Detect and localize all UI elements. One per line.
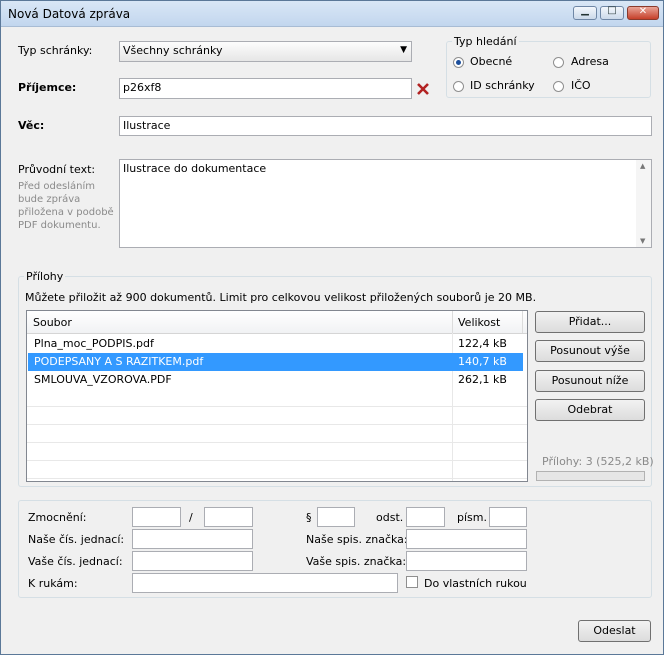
prijemce-input[interactable]: p26xf8: [119, 78, 412, 99]
k-rukam-input[interactable]: [132, 573, 398, 593]
radio-id-schranky[interactable]: [453, 81, 464, 92]
move-up-button[interactable]: Posunout výše: [535, 340, 645, 362]
slash-label: /: [189, 511, 193, 524]
move-down-button[interactable]: Posunout níže: [535, 370, 645, 392]
radio-obecne-label: Obecné: [470, 55, 513, 68]
radio-adresa[interactable]: [553, 57, 564, 68]
file-size-cell: 262,1 kB: [458, 373, 507, 386]
radio-obecne[interactable]: [453, 57, 464, 68]
vec-input[interactable]: Ilustrace: [119, 116, 652, 136]
vase-sz-input[interactable]: [406, 551, 527, 571]
nase-sz-input[interactable]: [406, 529, 527, 549]
typ-schranky-value: Všechny schránky: [123, 44, 223, 57]
add-button[interactable]: Přidat...: [535, 311, 645, 333]
column-soubor[interactable]: Soubor: [33, 316, 72, 329]
zmocneni-label: Zmocnění:: [28, 511, 87, 524]
column-velikost[interactable]: Velikost: [458, 316, 500, 329]
radio-ico-label: IČO: [571, 79, 591, 92]
nase-cj-label: Naše čís. jednací:: [28, 533, 125, 546]
vase-cj-label: Vaše čís. jednací:: [28, 555, 123, 568]
table-row[interactable]: SMLOUVA_VZOROVA.PDF 262,1 kB: [28, 371, 523, 389]
row-gridline: [27, 406, 527, 407]
file-size-cell: 122,4 kB: [458, 337, 507, 350]
column-divider: [452, 311, 453, 333]
do-vlastnich-rukou-label: Do vlastních rukou: [424, 577, 527, 590]
close-icon: ✕: [638, 6, 648, 17]
hint-line: PDF dokumentu.: [18, 220, 101, 231]
file-name-cell: SMLOUVA_VZOROVA.PDF: [34, 373, 172, 386]
window-title: Nová Datová zpráva: [8, 7, 131, 21]
zmocneni-input-1[interactable]: [132, 507, 181, 527]
pism-label: písm.: [457, 511, 487, 524]
nase-sz-label: Naše spis. značka:: [306, 533, 408, 546]
vase-cj-input[interactable]: [132, 551, 253, 571]
prilohy-summary: Přílohy: 3 (525,2 kB): [542, 455, 654, 468]
k-rukam-label: K rukám:: [28, 577, 78, 590]
pruvodni-textarea[interactable]: Ilustrace do dokumentace ▲ ▼: [119, 159, 652, 248]
zmocneni-input-2[interactable]: [204, 507, 253, 527]
paragraf-input[interactable]: [317, 507, 355, 527]
prilohy-group: Přílohy Můžete přiložit až 900 dokumentů…: [18, 270, 654, 487]
vase-sz-label: Vaše spis. značka:: [306, 555, 407, 568]
hint-line: Před odesláním: [18, 181, 96, 192]
file-size-cell: 140,7 kB: [458, 355, 507, 368]
typ-hledani-title: Typ hledání: [452, 35, 519, 48]
vec-label: Věc:: [18, 119, 45, 132]
dialog-window: Nová Datová zpráva ▁ □ ✕ Typ schránky: V…: [0, 0, 664, 655]
do-vlastnich-rukou-checkbox[interactable]: [406, 576, 418, 588]
row-gridline: [27, 460, 527, 461]
pruvodni-hint: Před odesláním bude zpráva přiložena v p…: [18, 180, 114, 232]
pruvodni-text-label: Průvodní text:: [18, 163, 96, 176]
attachments-list[interactable]: Soubor Velikost Plna_moc_PODPIS.pdf 122,4…: [26, 310, 528, 482]
paragraf-label: §: [306, 511, 312, 524]
row-gridline: [27, 442, 527, 443]
maximize-icon: □: [607, 5, 617, 16]
odst-label: odst.: [376, 511, 404, 524]
scroll-up-icon[interactable]: ▲: [640, 162, 645, 170]
prilohy-title: Přílohy: [24, 270, 66, 283]
row-gridline: [27, 478, 527, 479]
radio-adresa-label: Adresa: [571, 55, 609, 68]
title-bar: Nová Datová zpráva ▁ □ ✕: [1, 1, 663, 27]
list-header: Soubor Velikost: [27, 311, 527, 334]
remove-button[interactable]: Odebrat: [535, 399, 645, 421]
row-gridline: [27, 424, 527, 425]
typ-schranky-select[interactable]: Všechny schránky ▼: [119, 41, 412, 62]
typ-schranky-label: Typ schránky:: [18, 44, 93, 57]
odst-input[interactable]: [406, 507, 445, 527]
typ-hledani-group: Typ hledání Obecné Adresa ID schránky IČ…: [446, 35, 651, 98]
prilohy-info: Můžete přiložit až 900 dokumentů. Limit …: [25, 291, 537, 304]
pruvodni-text-value: Ilustrace do dokumentace: [123, 162, 267, 175]
table-row[interactable]: Plna_moc_PODPIS.pdf 122,4 kB: [28, 335, 523, 353]
table-row[interactable]: PODEPSANY A S RAZITKEM.pdf 140,7 kB: [28, 353, 523, 371]
textarea-scrollbar[interactable]: ▲ ▼: [636, 160, 651, 247]
maximize-button[interactable]: □: [600, 5, 624, 20]
size-progress-bar: [536, 471, 645, 481]
radio-ico[interactable]: [553, 81, 564, 92]
chevron-down-icon: ▼: [400, 45, 407, 55]
hint-line: přiložena v podobě: [18, 207, 114, 218]
prijemce-label: Příjemce:: [18, 81, 77, 94]
hint-line: bude zpráva: [18, 194, 81, 205]
send-button[interactable]: Odeslat: [578, 620, 651, 642]
file-name-cell: Plna_moc_PODPIS.pdf: [34, 337, 154, 350]
nase-cj-input[interactable]: [132, 529, 253, 549]
radio-id-schranky-label: ID schránky: [470, 79, 535, 92]
column-divider: [522, 311, 523, 333]
minimize-button[interactable]: ▁: [573, 5, 597, 20]
minimize-icon: ▁: [581, 5, 589, 16]
file-name-cell: PODEPSANY A S RAZITKEM.pdf: [34, 355, 204, 368]
close-button[interactable]: ✕: [627, 6, 659, 20]
delete-recipient-icon[interactable]: [416, 82, 430, 96]
pism-input[interactable]: [489, 507, 527, 527]
scroll-down-icon[interactable]: ▼: [640, 237, 645, 245]
